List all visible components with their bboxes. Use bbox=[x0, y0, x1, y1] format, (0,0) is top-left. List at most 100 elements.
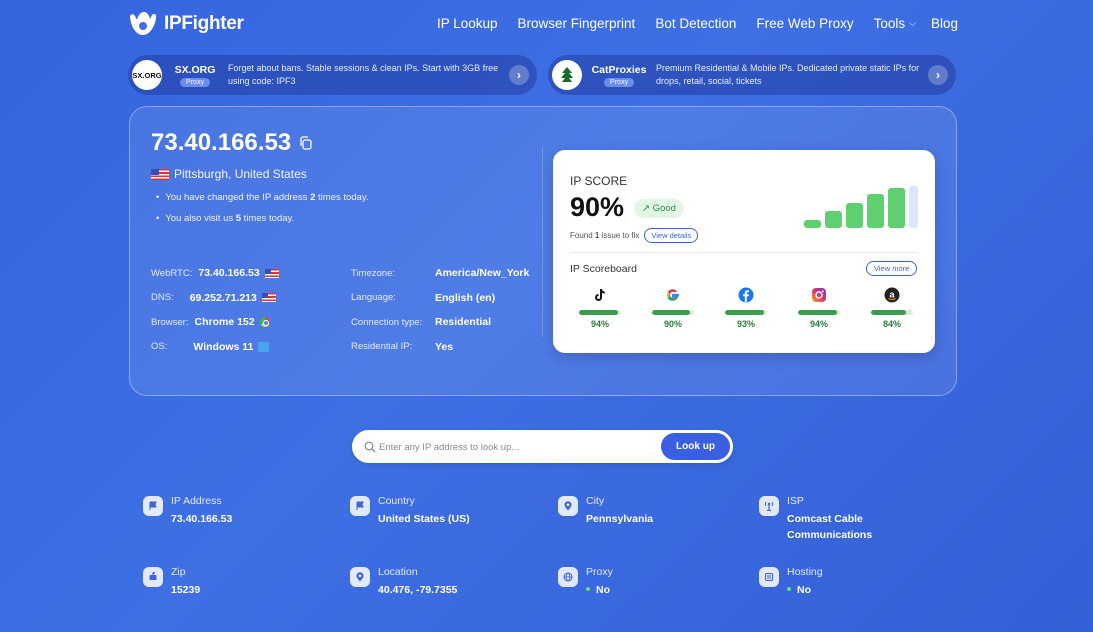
info-label: Hosting bbox=[787, 566, 823, 578]
chrome-icon bbox=[259, 317, 270, 328]
nav-free-web-proxy[interactable]: Free Web Proxy bbox=[756, 16, 853, 31]
score-separator bbox=[570, 252, 918, 253]
antenna-icon bbox=[759, 496, 779, 516]
score-badge-label: Good bbox=[652, 203, 676, 214]
us-flag-icon bbox=[264, 268, 279, 278]
current-ip-value: 73.40.166.53 bbox=[151, 129, 292, 156]
search-icon bbox=[364, 441, 376, 453]
look-up-button[interactable]: Look up bbox=[661, 433, 730, 460]
info-ip-address: IP Address 73.40.166.53 bbox=[143, 495, 232, 527]
info-label: Proxy bbox=[586, 566, 613, 578]
tiktok-icon bbox=[595, 289, 605, 301]
view-details-button[interactable]: View details bbox=[644, 228, 699, 243]
scoreboard-title: IP Scoreboard bbox=[570, 263, 637, 275]
detail-language: Language: English (en) bbox=[351, 286, 529, 311]
info-value: United States (US) bbox=[378, 513, 470, 525]
score-level-bar bbox=[888, 188, 906, 228]
ip-search-input[interactable] bbox=[379, 438, 639, 456]
info-body: Location 40.476, -79.7355 bbox=[378, 566, 457, 598]
info-value: Pennsylvania bbox=[586, 513, 654, 525]
detail-value-text: 73.40.166.53 bbox=[198, 267, 260, 280]
ip-search-box: Look up bbox=[352, 430, 733, 463]
copy-icon[interactable] bbox=[299, 136, 313, 150]
nav-blog[interactable]: Blog bbox=[931, 16, 958, 31]
detail-value: 69.252.71.213 bbox=[190, 292, 276, 304]
score-level-bar-empty bbox=[909, 186, 919, 228]
info-body: Hosting No bbox=[787, 566, 823, 598]
nav-tools[interactable]: Tools ⌵ bbox=[874, 16, 916, 31]
us-flag-icon bbox=[261, 293, 276, 303]
score-badge: ↗ Good bbox=[634, 199, 684, 218]
service-score-fill bbox=[579, 310, 619, 315]
issue-line: Found 1 issue to fix View details bbox=[570, 228, 699, 243]
ip-score-card: IP SCORE 90% ↗ Good Found 1 issue to fix… bbox=[553, 150, 935, 353]
service-score-fill bbox=[798, 310, 838, 315]
service-score-value: 90% bbox=[663, 319, 682, 329]
detail-value: Residential bbox=[435, 316, 492, 329]
service-score-bar bbox=[579, 310, 621, 315]
instagram-icon bbox=[812, 288, 826, 302]
details-left: WebRTC: 73.40.166.53 DNS: 69.252.71.213 … bbox=[151, 261, 279, 359]
chevron-right-icon[interactable]: › bbox=[509, 65, 529, 85]
catproxies-logo bbox=[552, 60, 582, 90]
info-proxy: Proxy No bbox=[558, 566, 613, 598]
service-score-bar bbox=[798, 310, 840, 315]
service-amazon: a 84% bbox=[868, 287, 916, 329]
card-divider bbox=[542, 147, 543, 337]
detail-label: Language: bbox=[351, 292, 396, 304]
detail-label: WebRTC: bbox=[151, 267, 193, 279]
status-dot-icon bbox=[787, 587, 791, 591]
service-score-bar bbox=[652, 310, 694, 315]
us-flag-icon bbox=[151, 168, 169, 180]
detail-value: English (en) bbox=[435, 291, 496, 304]
map-pin-icon bbox=[350, 567, 370, 587]
detail-residential-ip: Residential IP: Yes bbox=[351, 335, 529, 360]
info-isp: ISP Comcast Cable Communications bbox=[759, 495, 872, 544]
globe-icon bbox=[558, 567, 578, 587]
promo-banner-catproxies[interactable]: CatProxies Proxy Premium Residential & M… bbox=[548, 55, 956, 95]
info-country: Country United States (US) bbox=[350, 495, 470, 527]
info-body: City Pennsylvania bbox=[586, 495, 653, 527]
service-score-fill bbox=[725, 310, 765, 315]
nav-bot-detection[interactable]: Bot Detection bbox=[655, 16, 736, 31]
details-right: Timezone: America/New_York Language: Eng… bbox=[351, 261, 529, 359]
promo-name: SX.ORG bbox=[174, 63, 216, 76]
info-value: Comcast Cable Communications bbox=[787, 511, 872, 544]
promo-text: Premium Residential & Mobile IPs. Dedica… bbox=[656, 63, 920, 86]
nav-links: IP Lookup Browser Fingerprint Bot Detect… bbox=[437, 16, 916, 31]
info-body: ISP Comcast Cable Communications bbox=[787, 495, 872, 544]
trend-up-icon: ↗ bbox=[642, 203, 650, 214]
detail-timezone: Timezone: America/New_York bbox=[351, 261, 529, 286]
chevron-right-icon[interactable]: › bbox=[928, 65, 948, 85]
score-level-bar bbox=[846, 203, 864, 228]
score-level-bar bbox=[825, 211, 843, 228]
detail-value: Windows 11 bbox=[193, 340, 270, 353]
fighter-logo-icon bbox=[130, 12, 157, 35]
brand-logo[interactable]: IPFighter bbox=[128, 11, 244, 37]
info-city: City Pennsylvania bbox=[558, 495, 653, 527]
info-value: 15239 bbox=[171, 584, 201, 596]
server-icon bbox=[759, 567, 779, 587]
promo-banner-sxorg[interactable]: SX.ORG SX.ORG Proxy Forget about bans. S… bbox=[128, 55, 537, 95]
detail-value: Yes bbox=[435, 340, 454, 353]
info-label: Zip bbox=[171, 566, 186, 578]
status-dot-icon bbox=[586, 587, 590, 591]
info-value: 73.40.166.53 bbox=[171, 513, 233, 525]
nav-ip-lookup[interactable]: IP Lookup bbox=[437, 16, 498, 31]
mailbox-icon bbox=[143, 567, 163, 587]
service-score-fill bbox=[871, 310, 907, 315]
view-more-button[interactable]: View more bbox=[866, 261, 918, 276]
detail-webrtc: WebRTC: 73.40.166.53 bbox=[151, 261, 279, 286]
info-label: Location bbox=[378, 566, 418, 578]
service-score-value: 94% bbox=[809, 319, 828, 329]
info-body: Country United States (US) bbox=[378, 495, 470, 527]
detail-os: OS: Windows 11 bbox=[151, 335, 279, 360]
service-score-value: 94% bbox=[590, 319, 609, 329]
note-text: times today. bbox=[315, 192, 369, 203]
detail-value-text: Windows 11 bbox=[193, 340, 254, 353]
service-google: 90% bbox=[649, 287, 697, 329]
nav-browser-fingerprint[interactable]: Browser Fingerprint bbox=[518, 16, 636, 31]
detail-label: OS: bbox=[151, 341, 168, 353]
tree-icon bbox=[561, 67, 573, 82]
score-level-bar bbox=[867, 194, 885, 228]
